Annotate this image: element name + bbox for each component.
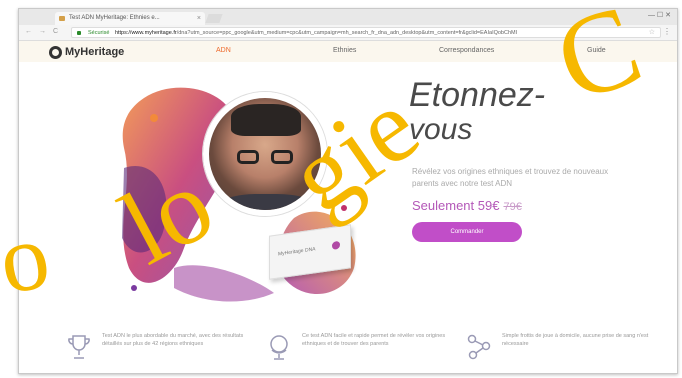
- price: Seulement 59€ 79€: [412, 198, 522, 213]
- feature-fast: Ce test ADN facile et rapide permet de r…: [264, 328, 454, 368]
- url-field[interactable]: Sécurisé https://www.myheritage.fr/dna?u…: [71, 27, 661, 38]
- bookmark-star-icon[interactable]: ☆: [649, 28, 655, 36]
- nav-link-ethnies[interactable]: Ethnies: [333, 47, 356, 54]
- window-controls[interactable]: — ☐ ✕: [648, 11, 671, 19]
- features-strip: Test ADN le plus abordable du marché, av…: [19, 326, 677, 373]
- order-button[interactable]: Commander: [412, 222, 522, 242]
- site-nav: MyHeritage ADN Ethnies Correspondances G…: [19, 41, 677, 64]
- feature-text: Test ADN le plus abordable du marché, av…: [102, 333, 244, 347]
- reload-icon[interactable]: C: [53, 28, 58, 35]
- kit-label: MyHeritage DNA: [278, 246, 316, 258]
- logo-text: MyHeritage: [65, 46, 125, 58]
- hero-section: MyHeritage DNA Etonnez- vous Révélez vos…: [19, 62, 677, 326]
- nav-link-guide[interactable]: Guide: [587, 47, 606, 54]
- url-path: /dna?utm_source=ppc_google&utm_medium=cp…: [176, 30, 518, 36]
- forward-icon[interactable]: →: [39, 28, 46, 35]
- hero-headline-line2: vous: [409, 113, 473, 146]
- hero-headline-line1: Etonnez-: [409, 76, 546, 114]
- logo-mark-icon: [49, 45, 62, 59]
- feature-text: Ce test ADN facile et rapide permet de r…: [302, 333, 446, 347]
- trophy-icon: [68, 335, 90, 359]
- globe-icon: [270, 335, 288, 360]
- feature-text: Simple frottis de joue à domicile, aucun…: [502, 333, 649, 347]
- url-host: https://www.myheritage.fr: [114, 30, 177, 36]
- glasses: [237, 150, 295, 164]
- tab-bar: Test ADN MyHeritage: Ethnies e... × — ☐ …: [19, 9, 677, 25]
- old-price: 79€: [503, 201, 522, 213]
- browser-tab[interactable]: Test ADN MyHeritage: Ethnies e... ×: [55, 12, 205, 25]
- back-icon[interactable]: ←: [25, 28, 32, 35]
- myheritage-logo[interactable]: MyHeritage: [49, 45, 124, 59]
- tab-title: Test ADN MyHeritage: Ethnies e...: [69, 15, 160, 21]
- kit-logo-icon: [332, 240, 340, 250]
- browser-menu-icon[interactable]: ⋮: [663, 27, 671, 36]
- browser-window: Test ADN MyHeritage: Ethnies e... × — ☐ …: [18, 8, 678, 374]
- network-icon: [467, 334, 491, 360]
- tab-close-icon[interactable]: ×: [197, 12, 201, 25]
- nav-link-adn[interactable]: ADN: [216, 47, 231, 54]
- new-tab-button[interactable]: [205, 14, 223, 23]
- feature-affordable: Test ADN le plus abordable du marché, av…: [64, 328, 254, 368]
- feature-simple: Simple frottis de joue à domicile, aucun…: [464, 328, 654, 368]
- favicon-icon: [59, 16, 65, 21]
- nav-link-correspondances[interactable]: Correspondances: [439, 47, 494, 54]
- price-label: Seulement 59€: [412, 198, 500, 213]
- hero-subtitle: Révélez vos origines ethniques et trouve…: [412, 167, 609, 188]
- lock-icon: [77, 31, 81, 35]
- secure-label: Sécurisé: [88, 30, 110, 36]
- customer-portrait: [203, 92, 327, 216]
- address-bar-row: ← → C Sécurisé https://www.myheritage.fr…: [19, 25, 677, 41]
